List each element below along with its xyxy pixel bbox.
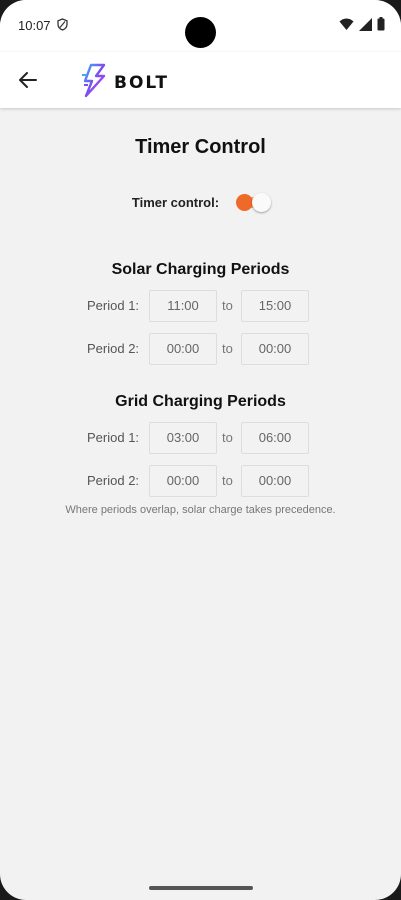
status-time: 10:07 <box>18 18 51 33</box>
to-label: to <box>222 430 233 445</box>
status-icons <box>339 17 385 36</box>
shield-icon <box>57 18 68 36</box>
signal-icon <box>359 17 372 36</box>
to-label: to <box>222 473 233 488</box>
solar-period-1-end-input[interactable]: 15:00 <box>241 290 309 322</box>
solar-period-2-end-input[interactable]: 00:00 <box>241 333 309 365</box>
period-label: Period 1: <box>87 298 140 313</box>
app-logo: BOLT <box>80 62 169 103</box>
toggle-knob-accent <box>236 194 254 211</box>
grid-period-2-row: Period 2: 00:00 to 00:00 <box>0 465 401 497</box>
solar-period-1-row: Period 1: 11:00 to 15:00 <box>0 290 401 322</box>
solar-period-2-row: Period 2: 00:00 to 00:00 <box>0 333 401 365</box>
page-title: Timer Control <box>135 136 266 158</box>
period-label: Period 1: <box>87 430 140 445</box>
battery-icon <box>377 17 385 36</box>
overlap-note: Where periods overlap, solar charge take… <box>65 504 336 516</box>
toggle-thumb <box>252 193 272 212</box>
period-label: Period 2: <box>87 473 140 488</box>
to-label: to <box>222 341 233 356</box>
timer-control-toggle[interactable] <box>236 192 272 212</box>
period-label: Period 2: <box>87 341 140 356</box>
solar-period-2-start-input[interactable]: 00:00 <box>149 333 217 365</box>
solar-period-1-start-input[interactable]: 11:00 <box>149 290 217 322</box>
app-bar: BOLT <box>0 52 401 108</box>
bolt-logo-icon <box>80 62 110 103</box>
grid-period-1-start-input[interactable]: 03:00 <box>149 422 217 454</box>
grid-period-1-end-input[interactable]: 06:00 <box>241 422 309 454</box>
grid-period-2-end-input[interactable]: 00:00 <box>241 465 309 497</box>
back-arrow-icon[interactable] <box>16 68 40 92</box>
solar-section-title: Solar Charging Periods <box>111 261 290 278</box>
status-bar: 10:07 <box>0 0 401 52</box>
logo-text: BOLT <box>114 72 170 93</box>
timer-control-row: Timer control: <box>0 192 401 212</box>
timer-control-label: Timer control: <box>131 194 220 210</box>
grid-period-2-start-input[interactable]: 00:00 <box>149 465 217 497</box>
phone-screen: 10:07 BOLT Timer Control Timer control: … <box>0 0 401 900</box>
to-label: to <box>222 298 233 313</box>
wifi-icon <box>339 18 354 36</box>
home-indicator[interactable] <box>149 886 253 890</box>
camera-cutout <box>185 17 216 48</box>
grid-period-1-row: Period 1: 03:00 to 06:00 <box>0 422 401 454</box>
grid-section-title: Grid Charging Periods <box>115 393 286 410</box>
